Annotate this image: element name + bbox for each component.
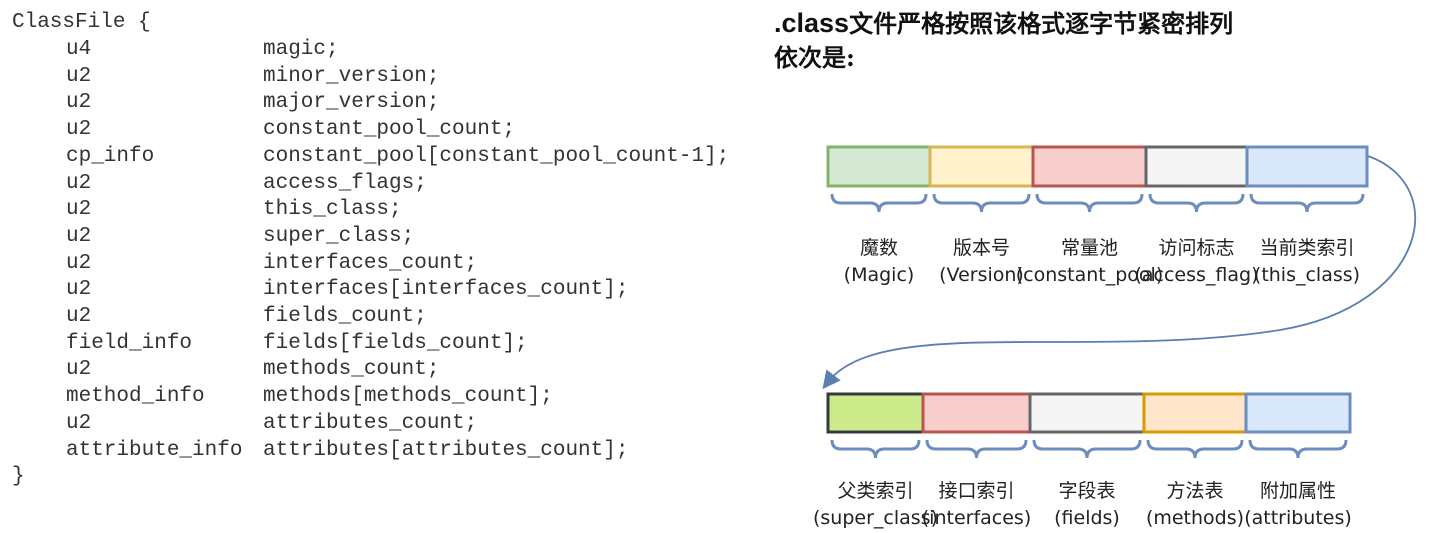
code-type: u2 — [66, 171, 92, 195]
row1-segment-sublabel: (this_class) — [1254, 264, 1360, 286]
code-field: interfaces_count; — [263, 251, 478, 275]
code-type: u2 — [66, 358, 92, 382]
code-field: methods_count; — [263, 358, 440, 382]
segment-brace — [830, 439, 921, 459]
code-type: field_info — [66, 331, 193, 355]
code-field: super_class; — [263, 224, 415, 248]
code-field: minor_version; — [263, 64, 440, 88]
row1-segment-label: 常量池 — [1061, 237, 1118, 259]
code-field: attributes_count; — [263, 411, 478, 435]
segment-brace — [1148, 193, 1245, 213]
row1-segment-label: 版本号 — [953, 237, 1010, 259]
row2-segment-sublabel: (attributes) — [1244, 507, 1352, 529]
row1-segment — [826, 145, 932, 188]
code-type: u2 — [66, 411, 92, 435]
code-type: u2 — [66, 198, 92, 222]
segment-brace — [925, 439, 1028, 459]
row1-segment-label: 魔数 — [860, 237, 898, 259]
row2-segment-label: 接口索引 — [938, 480, 1014, 502]
code-field: methods[methods_count]; — [263, 385, 553, 409]
code-field: this_class; — [263, 198, 402, 222]
code-field: fields[fields_count]; — [263, 331, 528, 355]
row1-segment — [1245, 145, 1369, 188]
segment-brace — [932, 193, 1031, 213]
code-field: magic; — [263, 38, 339, 61]
code-type: u2 — [66, 278, 92, 302]
segment-brace — [1146, 439, 1244, 459]
structure-diagram: 魔数(Magic)版本号(Version)常量池(constant_pool)访… — [813, 145, 1417, 529]
row1-segment — [1144, 145, 1249, 188]
code-type: cp_info — [66, 144, 155, 168]
row1-segment-label: 访问标志 — [1158, 237, 1234, 259]
code-field: constant_pool[constant_pool_count-1]; — [263, 144, 730, 168]
code-type: u2 — [66, 305, 92, 328]
row1-segment-sublabel: (Magic) — [844, 264, 915, 286]
code-field: major_version; — [263, 91, 440, 115]
row1-segment — [1031, 145, 1148, 188]
code-type: u2 — [66, 224, 92, 248]
code-field: interfaces[interfaces_count]; — [263, 278, 629, 302]
row1-segment-label: 当前类索引 — [1259, 237, 1354, 259]
row2-segment-label: 方法表 — [1166, 480, 1223, 502]
row2-segment-label: 附加属性 — [1260, 480, 1336, 502]
code-type: method_info — [66, 385, 205, 409]
row1-segment-sublabel: (Version) — [939, 264, 1024, 286]
row2-segment-sublabel: (interfaces) — [922, 507, 1031, 529]
code-type: u2 — [66, 251, 92, 275]
segment-brace — [1032, 439, 1142, 459]
row2-segment — [1142, 392, 1248, 434]
code-field: access_flags; — [263, 171, 427, 195]
code-open-line: ClassFile { — [12, 11, 151, 34]
code-type: u2 — [66, 118, 92, 142]
row2-segment-label: 字段表 — [1058, 480, 1115, 502]
row1-segment-sublabel: (access_flag) — [1134, 264, 1258, 286]
row2-segment-sublabel: (super_class) — [813, 507, 938, 529]
code-field: attributes[attributes_count]; — [263, 438, 629, 462]
row2-segment-label: 父类索引 — [837, 480, 913, 502]
segment-brace — [830, 193, 928, 213]
diagram-panel: .class文件严格按照该格式逐字节紧密排列 依次是: 魔数 (Magic) 版本号… — [760, 0, 1440, 533]
row2-segment — [921, 392, 1032, 434]
code-close-line: } — [12, 465, 25, 488]
segment-brace — [1248, 439, 1348, 459]
code-type: attribute_info — [66, 438, 243, 462]
code-field: fields_count; — [263, 305, 427, 328]
row2-segment — [1244, 392, 1352, 434]
code-type: u2 — [66, 64, 92, 88]
code-type: u4 — [66, 38, 92, 61]
segment-brace — [1249, 193, 1365, 213]
row2-segment — [1028, 392, 1146, 434]
code-type: u2 — [66, 91, 92, 115]
row2-segment-sublabel: (fields) — [1054, 507, 1120, 529]
code-panel: ClassFile { u4 magic; u2 minor_version; u2 ma… — [0, 0, 760, 533]
row2-segment-sublabel: (methods) — [1146, 507, 1244, 529]
row2-segment — [826, 392, 925, 434]
code-field: constant_pool_count; — [263, 118, 516, 142]
segment-brace — [1035, 193, 1144, 213]
row1-segment — [928, 145, 1035, 188]
